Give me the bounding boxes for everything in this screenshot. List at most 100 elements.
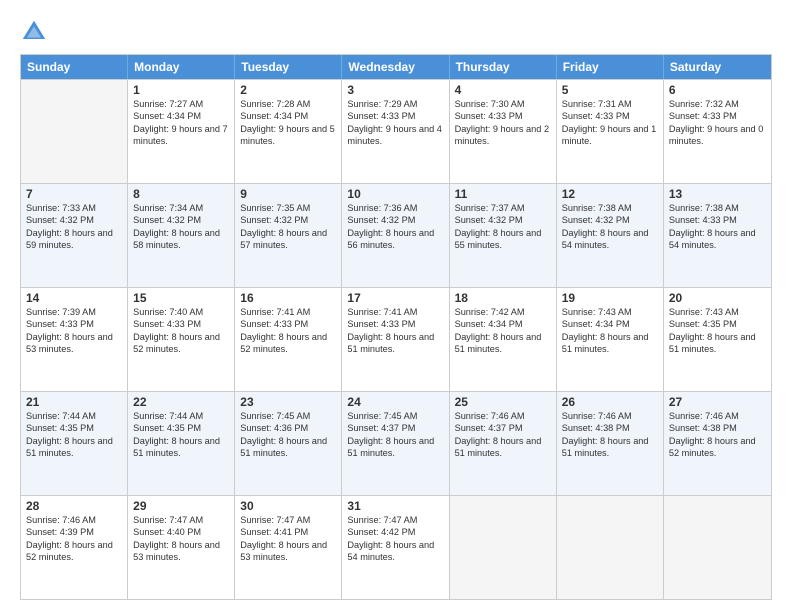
calendar-cell: 21Sunrise: 7:44 AMSunset: 4:35 PMDayligh…: [21, 392, 128, 495]
calendar-cell: 14Sunrise: 7:39 AMSunset: 4:33 PMDayligh…: [21, 288, 128, 391]
day-info: Sunrise: 7:36 AMSunset: 4:32 PMDaylight:…: [347, 202, 443, 252]
page: SundayMondayTuesdayWednesdayThursdayFrid…: [0, 0, 792, 612]
calendar-cell: 27Sunrise: 7:46 AMSunset: 4:38 PMDayligh…: [664, 392, 771, 495]
calendar-cell: 29Sunrise: 7:47 AMSunset: 4:40 PMDayligh…: [128, 496, 235, 599]
calendar-cell: 28Sunrise: 7:46 AMSunset: 4:39 PMDayligh…: [21, 496, 128, 599]
day-info: Sunrise: 7:27 AMSunset: 4:34 PMDaylight:…: [133, 98, 229, 148]
day-number: 31: [347, 499, 443, 513]
day-info: Sunrise: 7:39 AMSunset: 4:33 PMDaylight:…: [26, 306, 122, 356]
calendar-cell: 19Sunrise: 7:43 AMSunset: 4:34 PMDayligh…: [557, 288, 664, 391]
day-number: 24: [347, 395, 443, 409]
day-info: Sunrise: 7:44 AMSunset: 4:35 PMDaylight:…: [26, 410, 122, 460]
calendar-cell: 20Sunrise: 7:43 AMSunset: 4:35 PMDayligh…: [664, 288, 771, 391]
calendar-cell: 5Sunrise: 7:31 AMSunset: 4:33 PMDaylight…: [557, 80, 664, 183]
day-number: 4: [455, 83, 551, 97]
header-day-monday: Monday: [128, 55, 235, 79]
day-number: 16: [240, 291, 336, 305]
day-info: Sunrise: 7:45 AMSunset: 4:36 PMDaylight:…: [240, 410, 336, 460]
day-info: Sunrise: 7:41 AMSunset: 4:33 PMDaylight:…: [240, 306, 336, 356]
calendar-cell: 17Sunrise: 7:41 AMSunset: 4:33 PMDayligh…: [342, 288, 449, 391]
calendar-cell: 23Sunrise: 7:45 AMSunset: 4:36 PMDayligh…: [235, 392, 342, 495]
day-number: 14: [26, 291, 122, 305]
day-info: Sunrise: 7:33 AMSunset: 4:32 PMDaylight:…: [26, 202, 122, 252]
day-number: 12: [562, 187, 658, 201]
calendar-cell: [21, 80, 128, 183]
calendar-cell: 31Sunrise: 7:47 AMSunset: 4:42 PMDayligh…: [342, 496, 449, 599]
calendar-cell: 1Sunrise: 7:27 AMSunset: 4:34 PMDaylight…: [128, 80, 235, 183]
day-info: Sunrise: 7:30 AMSunset: 4:33 PMDaylight:…: [455, 98, 551, 148]
day-info: Sunrise: 7:31 AMSunset: 4:33 PMDaylight:…: [562, 98, 658, 148]
calendar-week-4: 21Sunrise: 7:44 AMSunset: 4:35 PMDayligh…: [21, 391, 771, 495]
calendar-header: SundayMondayTuesdayWednesdayThursdayFrid…: [21, 55, 771, 79]
day-info: Sunrise: 7:47 AMSunset: 4:42 PMDaylight:…: [347, 514, 443, 564]
day-info: Sunrise: 7:46 AMSunset: 4:37 PMDaylight:…: [455, 410, 551, 460]
day-number: 19: [562, 291, 658, 305]
day-info: Sunrise: 7:28 AMSunset: 4:34 PMDaylight:…: [240, 98, 336, 148]
calendar-cell: 22Sunrise: 7:44 AMSunset: 4:35 PMDayligh…: [128, 392, 235, 495]
logo-icon: [20, 18, 48, 46]
calendar-cell: 18Sunrise: 7:42 AMSunset: 4:34 PMDayligh…: [450, 288, 557, 391]
day-info: Sunrise: 7:43 AMSunset: 4:35 PMDaylight:…: [669, 306, 766, 356]
day-number: 6: [669, 83, 766, 97]
calendar-cell: 10Sunrise: 7:36 AMSunset: 4:32 PMDayligh…: [342, 184, 449, 287]
calendar-cell: 3Sunrise: 7:29 AMSunset: 4:33 PMDaylight…: [342, 80, 449, 183]
calendar-cell: 11Sunrise: 7:37 AMSunset: 4:32 PMDayligh…: [450, 184, 557, 287]
calendar-cell: [664, 496, 771, 599]
day-number: 22: [133, 395, 229, 409]
day-number: 27: [669, 395, 766, 409]
calendar-week-5: 28Sunrise: 7:46 AMSunset: 4:39 PMDayligh…: [21, 495, 771, 599]
day-number: 18: [455, 291, 551, 305]
day-number: 28: [26, 499, 122, 513]
calendar-cell: 13Sunrise: 7:38 AMSunset: 4:33 PMDayligh…: [664, 184, 771, 287]
day-number: 1: [133, 83, 229, 97]
calendar-cell: 24Sunrise: 7:45 AMSunset: 4:37 PMDayligh…: [342, 392, 449, 495]
calendar-cell: 4Sunrise: 7:30 AMSunset: 4:33 PMDaylight…: [450, 80, 557, 183]
day-info: Sunrise: 7:35 AMSunset: 4:32 PMDaylight:…: [240, 202, 336, 252]
day-info: Sunrise: 7:42 AMSunset: 4:34 PMDaylight:…: [455, 306, 551, 356]
day-info: Sunrise: 7:34 AMSunset: 4:32 PMDaylight:…: [133, 202, 229, 252]
day-number: 25: [455, 395, 551, 409]
day-number: 7: [26, 187, 122, 201]
header: [20, 18, 772, 46]
calendar-cell: 16Sunrise: 7:41 AMSunset: 4:33 PMDayligh…: [235, 288, 342, 391]
calendar-week-1: 1Sunrise: 7:27 AMSunset: 4:34 PMDaylight…: [21, 79, 771, 183]
day-number: 15: [133, 291, 229, 305]
day-number: 23: [240, 395, 336, 409]
calendar-cell: 15Sunrise: 7:40 AMSunset: 4:33 PMDayligh…: [128, 288, 235, 391]
calendar-cell: 2Sunrise: 7:28 AMSunset: 4:34 PMDaylight…: [235, 80, 342, 183]
logo: [20, 18, 52, 46]
calendar-cell: 7Sunrise: 7:33 AMSunset: 4:32 PMDaylight…: [21, 184, 128, 287]
day-number: 20: [669, 291, 766, 305]
day-number: 8: [133, 187, 229, 201]
calendar-cell: 12Sunrise: 7:38 AMSunset: 4:32 PMDayligh…: [557, 184, 664, 287]
day-number: 29: [133, 499, 229, 513]
day-number: 2: [240, 83, 336, 97]
day-number: 5: [562, 83, 658, 97]
calendar-cell: 25Sunrise: 7:46 AMSunset: 4:37 PMDayligh…: [450, 392, 557, 495]
header-day-tuesday: Tuesday: [235, 55, 342, 79]
calendar-cell: 6Sunrise: 7:32 AMSunset: 4:33 PMDaylight…: [664, 80, 771, 183]
day-info: Sunrise: 7:47 AMSunset: 4:41 PMDaylight:…: [240, 514, 336, 564]
day-info: Sunrise: 7:32 AMSunset: 4:33 PMDaylight:…: [669, 98, 766, 148]
day-info: Sunrise: 7:37 AMSunset: 4:32 PMDaylight:…: [455, 202, 551, 252]
day-number: 17: [347, 291, 443, 305]
day-number: 11: [455, 187, 551, 201]
calendar-cell: 26Sunrise: 7:46 AMSunset: 4:38 PMDayligh…: [557, 392, 664, 495]
day-info: Sunrise: 7:29 AMSunset: 4:33 PMDaylight:…: [347, 98, 443, 148]
day-number: 30: [240, 499, 336, 513]
calendar: SundayMondayTuesdayWednesdayThursdayFrid…: [20, 54, 772, 600]
calendar-week-3: 14Sunrise: 7:39 AMSunset: 4:33 PMDayligh…: [21, 287, 771, 391]
day-number: 13: [669, 187, 766, 201]
day-number: 26: [562, 395, 658, 409]
day-info: Sunrise: 7:46 AMSunset: 4:38 PMDaylight:…: [562, 410, 658, 460]
day-info: Sunrise: 7:40 AMSunset: 4:33 PMDaylight:…: [133, 306, 229, 356]
header-day-wednesday: Wednesday: [342, 55, 449, 79]
day-number: 21: [26, 395, 122, 409]
day-number: 10: [347, 187, 443, 201]
day-info: Sunrise: 7:38 AMSunset: 4:33 PMDaylight:…: [669, 202, 766, 252]
day-info: Sunrise: 7:44 AMSunset: 4:35 PMDaylight:…: [133, 410, 229, 460]
day-info: Sunrise: 7:41 AMSunset: 4:33 PMDaylight:…: [347, 306, 443, 356]
day-number: 3: [347, 83, 443, 97]
day-info: Sunrise: 7:45 AMSunset: 4:37 PMDaylight:…: [347, 410, 443, 460]
header-day-saturday: Saturday: [664, 55, 771, 79]
